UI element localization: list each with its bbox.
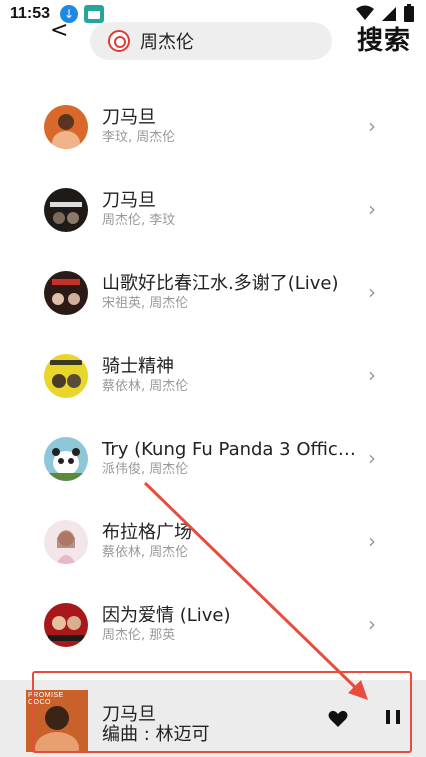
song-list: 刀马旦 李玟, 周杰伦 › 刀马旦 周杰伦, 李玟 › 山歌好比春江水.多谢了(… [0,85,426,666]
song-artist: 宋祖英, 周杰伦 [102,296,189,311]
chevron-right-icon: › [368,197,376,221]
list-item[interactable]: 刀马旦 李玟, 周杰伦 › [0,85,426,168]
song-title: 因为爱情 (Live) [102,605,231,626]
cover-label: PROMISE COCO [28,692,64,706]
chevron-right-icon: › [368,114,376,138]
list-item[interactable]: 骑士精神 蔡依林, 周杰伦 › [0,334,426,417]
search-query: 周杰伦 [140,32,194,53]
song-artist: 李玟, 周杰伦 [102,130,176,145]
chevron-right-icon: › [368,280,376,304]
signal-icon [382,7,396,21]
list-item[interactable]: Try (Kung Fu Panda 3 Official Theme Song… [0,417,426,500]
search-input[interactable]: 周杰伦 [90,22,332,60]
album-cover-icon [44,436,88,481]
album-cover-icon [44,104,88,149]
song-artist: 周杰伦, 李玟 [102,213,176,228]
song-title: 骑士精神 [102,356,174,377]
album-cover-icon [44,270,88,315]
heart-icon[interactable] [328,710,348,728]
back-button[interactable]: < [50,20,72,48]
song-title: 刀马旦 [102,107,156,128]
song-title: 布拉格广场 [102,522,192,543]
pause-bar-icon [396,710,400,724]
album-cover-icon [44,353,88,398]
player-cover-icon: PROMISE COCO [26,690,88,752]
chevron-right-icon: › [368,446,376,470]
chevron-right-icon: › [368,363,376,387]
pause-bar-icon [386,710,390,724]
song-title: 山歌好比春江水.多谢了(Live) [102,273,339,294]
album-cover-icon [44,187,88,232]
mini-player[interactable]: PROMISE COCO 刀马旦 编曲 : 林迈可 [0,680,426,757]
list-item[interactable]: 布拉格广场 蔡依林, 周杰伦 › [0,500,426,583]
song-artist: 派伟俊, 周杰伦 [102,462,189,477]
song-artist: 蔡依林, 周杰伦 [102,545,189,560]
chevron-right-icon: › [368,529,376,553]
list-item[interactable]: 刀马旦 周杰伦, 李玟 › [0,168,426,251]
list-item[interactable]: 山歌好比春江水.多谢了(Live) 宋祖英, 周杰伦 › [0,251,426,334]
song-title: 刀马旦 [102,190,156,211]
list-item[interactable]: 因为爱情 (Live) 周杰伦, 那英 › [0,583,426,666]
netease-music-icon [108,30,130,52]
chevron-right-icon: › [368,612,376,636]
search-header: < 周杰伦 搜索 [0,20,426,60]
song-artist: 蔡依林, 周杰伦 [102,379,189,394]
album-cover-icon [44,519,88,564]
album-cover-icon [44,602,88,647]
song-title: Try (Kung Fu Panda 3 Official Theme Song… [102,439,357,460]
pause-button[interactable] [386,710,400,726]
song-artist: 周杰伦, 那英 [102,628,176,643]
wifi-icon [356,5,374,20]
player-subtitle: 编曲 : 林迈可 [102,724,210,745]
search-button[interactable]: 搜索 [357,20,411,57]
